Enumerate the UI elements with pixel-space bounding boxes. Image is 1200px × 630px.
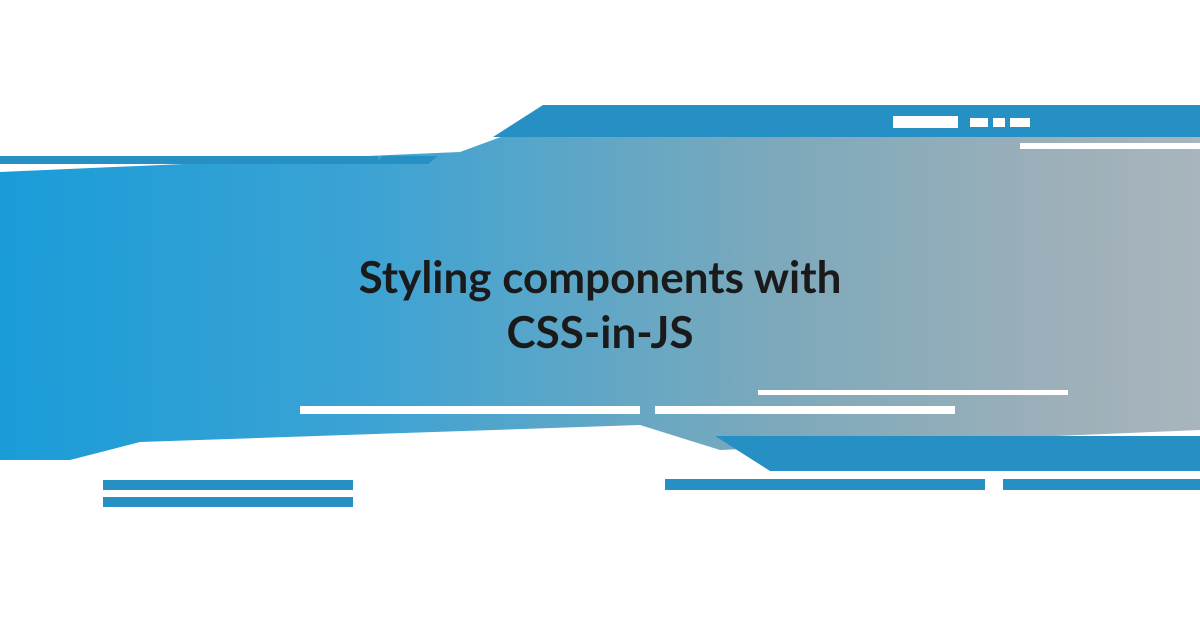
accent-bar [103, 480, 353, 490]
accent-tick [1010, 118, 1030, 127]
accent-bar [1020, 143, 1200, 149]
title-line-1: Styling components with [359, 251, 842, 303]
accent-bar [373, 156, 438, 164]
title-line-2: CSS-in-JS [507, 306, 694, 358]
accent-tick [970, 118, 988, 127]
accent-bar [1003, 479, 1200, 490]
accent-bar [715, 436, 1200, 471]
accent-bar [893, 116, 958, 128]
accent-bar [655, 406, 955, 414]
accent-bar [493, 105, 1200, 137]
banner-title: Styling components with CSS-in-JS [0, 250, 1200, 360]
accent-bar [758, 390, 1068, 395]
accent-bar [665, 479, 985, 490]
accent-bar [103, 497, 353, 507]
accent-bar [300, 406, 640, 414]
accent-bar [0, 156, 378, 164]
accent-tick [993, 118, 1005, 127]
